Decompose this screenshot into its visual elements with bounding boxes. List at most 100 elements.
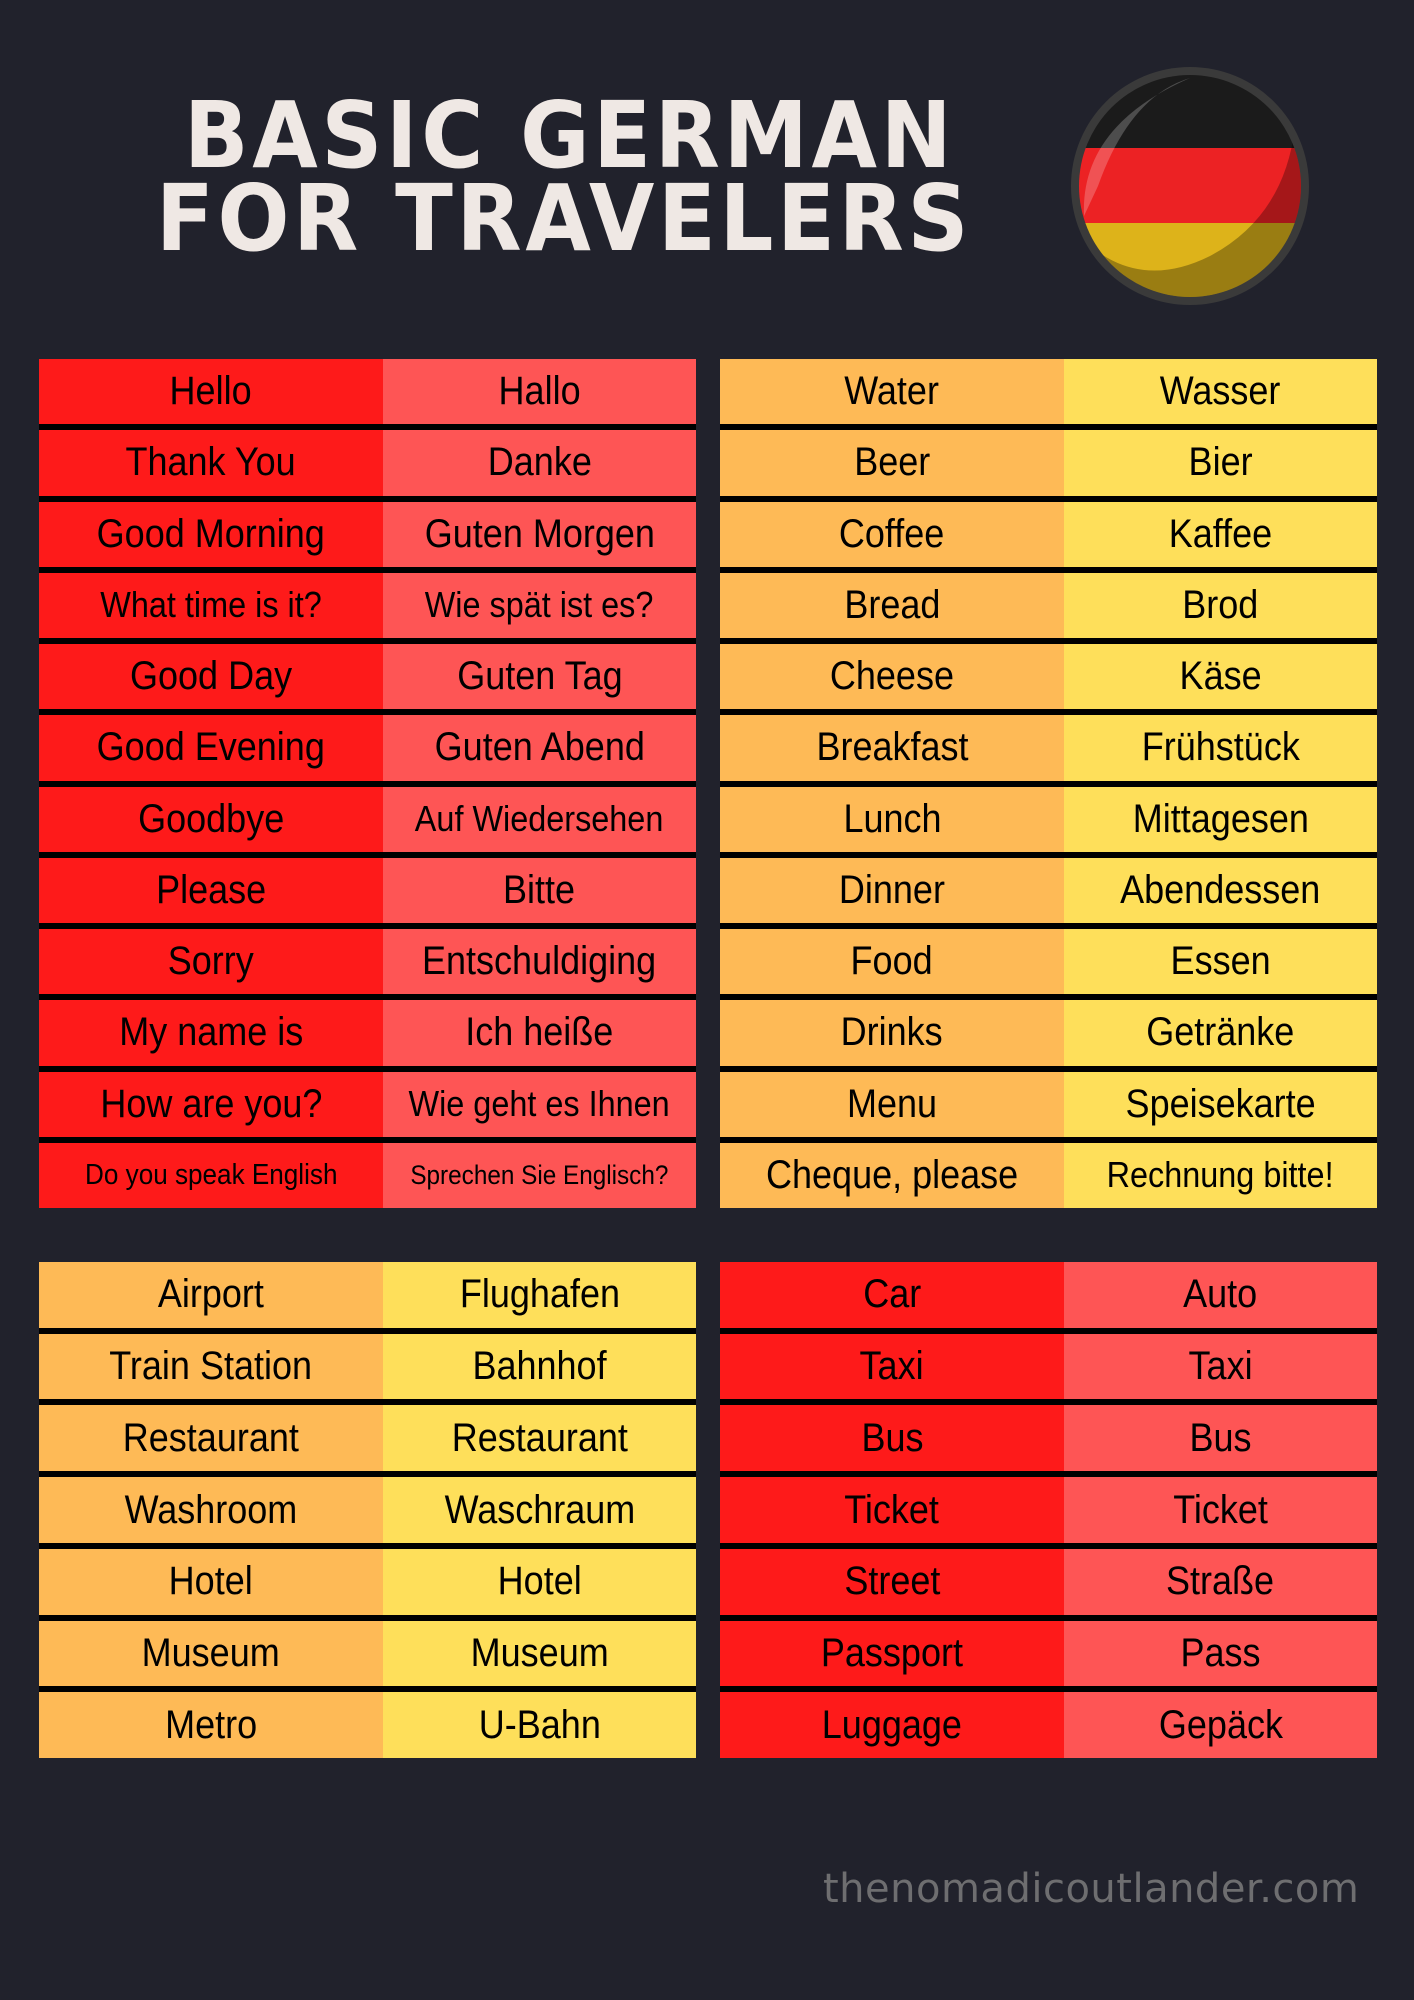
german-phrase-cell: Auf Wiedersehen <box>383 786 696 852</box>
english-phrase: Passport <box>820 1630 964 1675</box>
phrase-row: Good Day Guten Tag <box>39 638 696 710</box>
phrase-row: Hello Hallo <box>39 359 696 425</box>
english-phrase-cell: Cheese <box>720 644 1064 710</box>
german-phrase: Taxi <box>1188 1344 1253 1389</box>
german-phrase-cell: Rechnung bitte! <box>1064 1142 1377 1208</box>
english-phrase-cell: Good Morning <box>39 501 383 567</box>
german-phrase-cell: Essen <box>1064 929 1377 995</box>
english-phrase-cell: Street <box>720 1548 1064 1615</box>
phrase-row: Museum Museum <box>39 1614 696 1687</box>
english-phrase-cell: Luggage <box>720 1692 1064 1759</box>
english-phrase-cell: Bread <box>720 572 1064 638</box>
german-phrase-cell: Kaffee <box>1064 501 1377 567</box>
english-phrase: Good Morning <box>96 511 326 556</box>
german-phrase-cell: Auto <box>1064 1262 1377 1328</box>
german-phrase: Frühstück <box>1141 725 1300 770</box>
germany-flag-icon <box>1070 66 1310 306</box>
english-phrase: Good Day <box>129 654 293 699</box>
phrase-row: Passport Pass <box>720 1614 1377 1687</box>
german-phrase-cell: Hotel <box>383 1548 696 1615</box>
english-phrase-cell: Bus <box>720 1405 1064 1472</box>
phrase-row: Airport Flughafen <box>39 1262 696 1328</box>
german-phrase-cell: Taxi <box>1064 1333 1377 1400</box>
german-phrase: Waschraum <box>444 1487 635 1532</box>
english-phrase: Washroom <box>124 1487 298 1532</box>
english-phrase: Food <box>850 939 934 984</box>
german-phrase-cell: Wie spät ist es? <box>383 572 696 638</box>
german-phrase-cell: Ticket <box>1064 1477 1377 1543</box>
german-phrase: Auto <box>1183 1272 1258 1317</box>
german-phrase: Wie geht es Ihnen <box>408 1083 671 1125</box>
german-phrase: Pass <box>1180 1630 1261 1675</box>
phrase-row: Thank You Danke <box>39 424 696 496</box>
english-phrase: Good Evening <box>96 725 326 770</box>
german-phrase-cell: Sprechen Sie Englisch? <box>383 1142 696 1208</box>
english-phrase: Hello <box>169 369 253 414</box>
german-phrase: Hotel <box>497 1559 582 1604</box>
phrase-row: Train Station Bahnhof <box>39 1327 696 1400</box>
english-phrase-cell: Washroom <box>39 1477 383 1543</box>
english-phrase-cell: My name is <box>39 1000 383 1066</box>
german-phrase: Museum <box>470 1630 609 1675</box>
german-phrase-cell: Pass <box>1064 1620 1377 1687</box>
english-phrase: My name is <box>118 1010 304 1055</box>
phrase-row: Menu Speisekarte <box>720 1065 1377 1137</box>
english-phrase-cell: Restaurant <box>39 1405 383 1472</box>
phrase-row: Bus Bus <box>720 1399 1377 1472</box>
phrase-row: Washroom Waschraum <box>39 1471 696 1543</box>
german-phrase-cell: Käse <box>1064 644 1377 710</box>
german-phrase: Guten Morgen <box>424 511 655 556</box>
english-phrase: Luggage <box>821 1702 963 1747</box>
german-phrase: Rechnung bitte! <box>1107 1154 1334 1196</box>
phrase-row: Good Evening Guten Abend <box>39 709 696 781</box>
phrase-row: Hotel Hotel <box>39 1542 696 1615</box>
phrase-row: My name is Ich heiße <box>39 994 696 1066</box>
english-phrase-cell: Cheque, please <box>720 1142 1064 1208</box>
german-phrase: Bier <box>1188 440 1253 485</box>
english-phrase: Cheque, please <box>765 1152 1019 1197</box>
english-phrase: Ticket <box>844 1487 940 1532</box>
german-phrase: Ich heiße <box>465 1010 614 1055</box>
german-phrase: Gepäck <box>1158 1702 1283 1747</box>
german-phrase: Guten Abend <box>434 725 645 770</box>
phrase-row: Bread Brod <box>720 566 1377 638</box>
german-phrase: Guten Tag <box>456 654 623 699</box>
english-phrase-cell: Breakfast <box>720 715 1064 781</box>
english-phrase: Museum <box>141 1630 281 1675</box>
phrase-row: Food Essen <box>720 923 1377 995</box>
german-phrase-cell: Brod <box>1064 572 1377 638</box>
english-phrase: Thank You <box>125 440 297 485</box>
english-phrase: Breakfast <box>815 725 969 770</box>
phrase-row: Do you speak English Sprechen Sie Englisc… <box>39 1136 696 1208</box>
german-phrase-cell: Gepäck <box>1064 1692 1377 1759</box>
english-phrase: Lunch <box>842 796 942 841</box>
english-phrase-cell: Coffee <box>720 501 1064 567</box>
english-phrase-cell: Good Evening <box>39 715 383 781</box>
english-phrase: Bus <box>860 1415 924 1460</box>
german-phrase: Getränke <box>1146 1010 1295 1055</box>
german-phrase: Kaffee <box>1168 511 1273 556</box>
german-phrase: Essen <box>1170 939 1271 984</box>
english-phrase-cell: Good Day <box>39 644 383 710</box>
panel-food-drink: Water Wasser Beer Bier Coffee Kaffee Bread Brod… <box>720 359 1377 1208</box>
german-phrase: Bahnhof <box>472 1344 607 1389</box>
english-phrase: Beer <box>853 440 931 485</box>
phrase-row: Coffee Kaffee <box>720 495 1377 567</box>
english-phrase: Do you speak English <box>84 1158 338 1191</box>
german-phrase-cell: Wie geht es Ihnen <box>383 1071 696 1137</box>
english-phrase: Sorry <box>167 939 255 984</box>
german-phrase-cell: Mittagesen <box>1064 786 1377 852</box>
german-phrase-cell: Danke <box>383 430 696 496</box>
english-phrase: What time is it? <box>100 584 322 626</box>
german-phrase-cell: Waschraum <box>383 1477 696 1543</box>
english-phrase: Coffee <box>839 511 945 556</box>
english-phrase-cell: Do you speak English <box>39 1142 383 1208</box>
german-phrase-cell: Speisekarte <box>1064 1071 1377 1137</box>
english-phrase: Street <box>843 1559 941 1604</box>
english-phrase-cell: Food <box>720 929 1064 995</box>
german-phrase-cell: Straße <box>1064 1548 1377 1615</box>
german-phrase-cell: Getränke <box>1064 1000 1377 1066</box>
german-phrase: Flughafen <box>459 1272 620 1317</box>
english-phrase-cell: Museum <box>39 1620 383 1687</box>
german-phrase: Mittagesen <box>1132 796 1309 841</box>
